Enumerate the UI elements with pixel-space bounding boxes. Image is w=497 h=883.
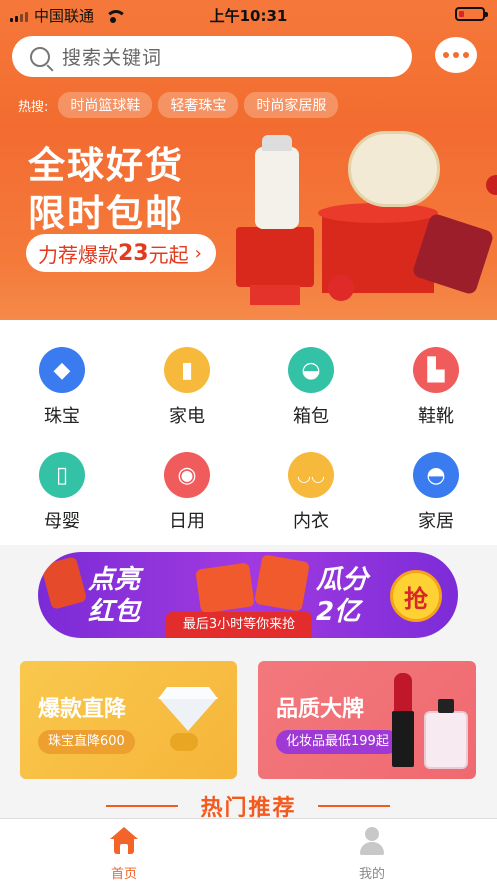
category-baby[interactable]: ▯ 母婴 [17, 452, 107, 533]
user-icon [358, 827, 386, 855]
header: 中国联通 上午10:31 搜索关键词 热搜: 时尚篮球鞋 轻奢珠宝 时尚家居服 [0, 0, 497, 125]
tab-mine[interactable]: 我的 [312, 827, 432, 882]
tab-home[interactable]: 首页 [64, 827, 184, 882]
search-icon [30, 46, 50, 67]
category-appliance[interactable]: ▮ 家电 [142, 347, 232, 428]
category-underwear[interactable]: ◡◡ 内衣 [266, 452, 356, 533]
banner-cta-button[interactable]: 力荐爆款 23 元起 › [26, 234, 216, 272]
baby-bottle-icon: ▯ [39, 452, 85, 498]
lipstick-icon [394, 673, 412, 713]
banner-title: 全球好货 [28, 144, 184, 187]
tab-mine-label: 我的 [358, 867, 385, 882]
home-icon [110, 827, 138, 855]
chat-dots-icon [443, 52, 449, 58]
red-packet-banner[interactable]: 点亮 红包 瓜分 2亿 抢 最后3小时等你来抢 [38, 552, 458, 638]
hot-tag[interactable]: 时尚家居服 [244, 92, 339, 118]
diamond-icon: ◆ [39, 347, 85, 393]
diamond-icon [158, 697, 218, 731]
envelope-icon [40, 556, 88, 610]
promo-title: 品质大牌 [276, 697, 365, 722]
hot-search-row: 热搜: 时尚篮球鞋 轻奢珠宝 时尚家居服 [18, 92, 339, 118]
status-time: 上午10:31 [209, 7, 288, 25]
search-placeholder: 搜索关键词 [62, 47, 163, 69]
packet-left-text: 点亮 红包 [88, 565, 141, 627]
hero-banner[interactable]: 全球好货 限时包邮 力荐爆款 23 元起 › [0, 125, 497, 320]
promo-card-cosmetics[interactable]: 品质大牌 化妆品最低199起 [258, 661, 476, 779]
hot-tag[interactable]: 时尚篮球鞋 [58, 92, 153, 118]
lamp-icon: ◓ [413, 452, 459, 498]
hot-search-label: 热搜: [18, 99, 49, 115]
promo-title: 爆款直降 [38, 697, 127, 722]
hot-tag[interactable]: 轻奢珠宝 [158, 92, 239, 118]
promo-card-jewelry[interactable]: 爆款直降 珠宝直降600 [20, 661, 237, 779]
recommend-header: 热门推荐 [0, 790, 497, 821]
chevron-right-icon: › [194, 242, 202, 264]
bag-icon: ◒ [288, 347, 334, 393]
packet-ribbon: 最后3小时等你来抢 [166, 612, 312, 638]
packet-right-text: 瓜分 2亿 [316, 565, 369, 627]
fridge-icon: ▮ [164, 347, 210, 393]
battery-icon [455, 7, 488, 21]
tab-bar: 首页 我的 [0, 818, 497, 883]
perfume-icon [424, 711, 468, 769]
banner-subtitle: 限时包邮 [28, 192, 184, 235]
tissue-icon: ◉ [164, 452, 210, 498]
underwear-icon: ◡◡ [288, 452, 334, 498]
promo-tag: 珠宝直降600 [38, 730, 135, 754]
boot-icon: ▙ [413, 347, 459, 393]
category-shoes[interactable]: ▙ 鞋靴 [391, 347, 481, 428]
category-bags[interactable]: ◒ 箱包 [266, 347, 356, 428]
category-jewelry[interactable]: ◆ 珠宝 [17, 347, 107, 428]
promo-tag: 化妆品最低199起 [276, 730, 399, 754]
tab-home-label: 首页 [110, 867, 137, 882]
search-input[interactable]: 搜索关键词 [12, 36, 412, 77]
category-daily[interactable]: ◉ 日用 [142, 452, 232, 533]
status-bar: 中国联通 上午10:31 [0, 0, 497, 28]
category-grid: ◆ 珠宝 ▮ 家电 ◒ 箱包 ▙ 鞋靴 ▯ 母婴 ◉ 日用 ◡◡ 内衣 ◓ 家居 [0, 320, 497, 545]
category-home[interactable]: ◓ 家居 [391, 452, 481, 533]
grab-button[interactable]: 抢 [390, 570, 442, 622]
message-button[interactable] [435, 37, 477, 73]
